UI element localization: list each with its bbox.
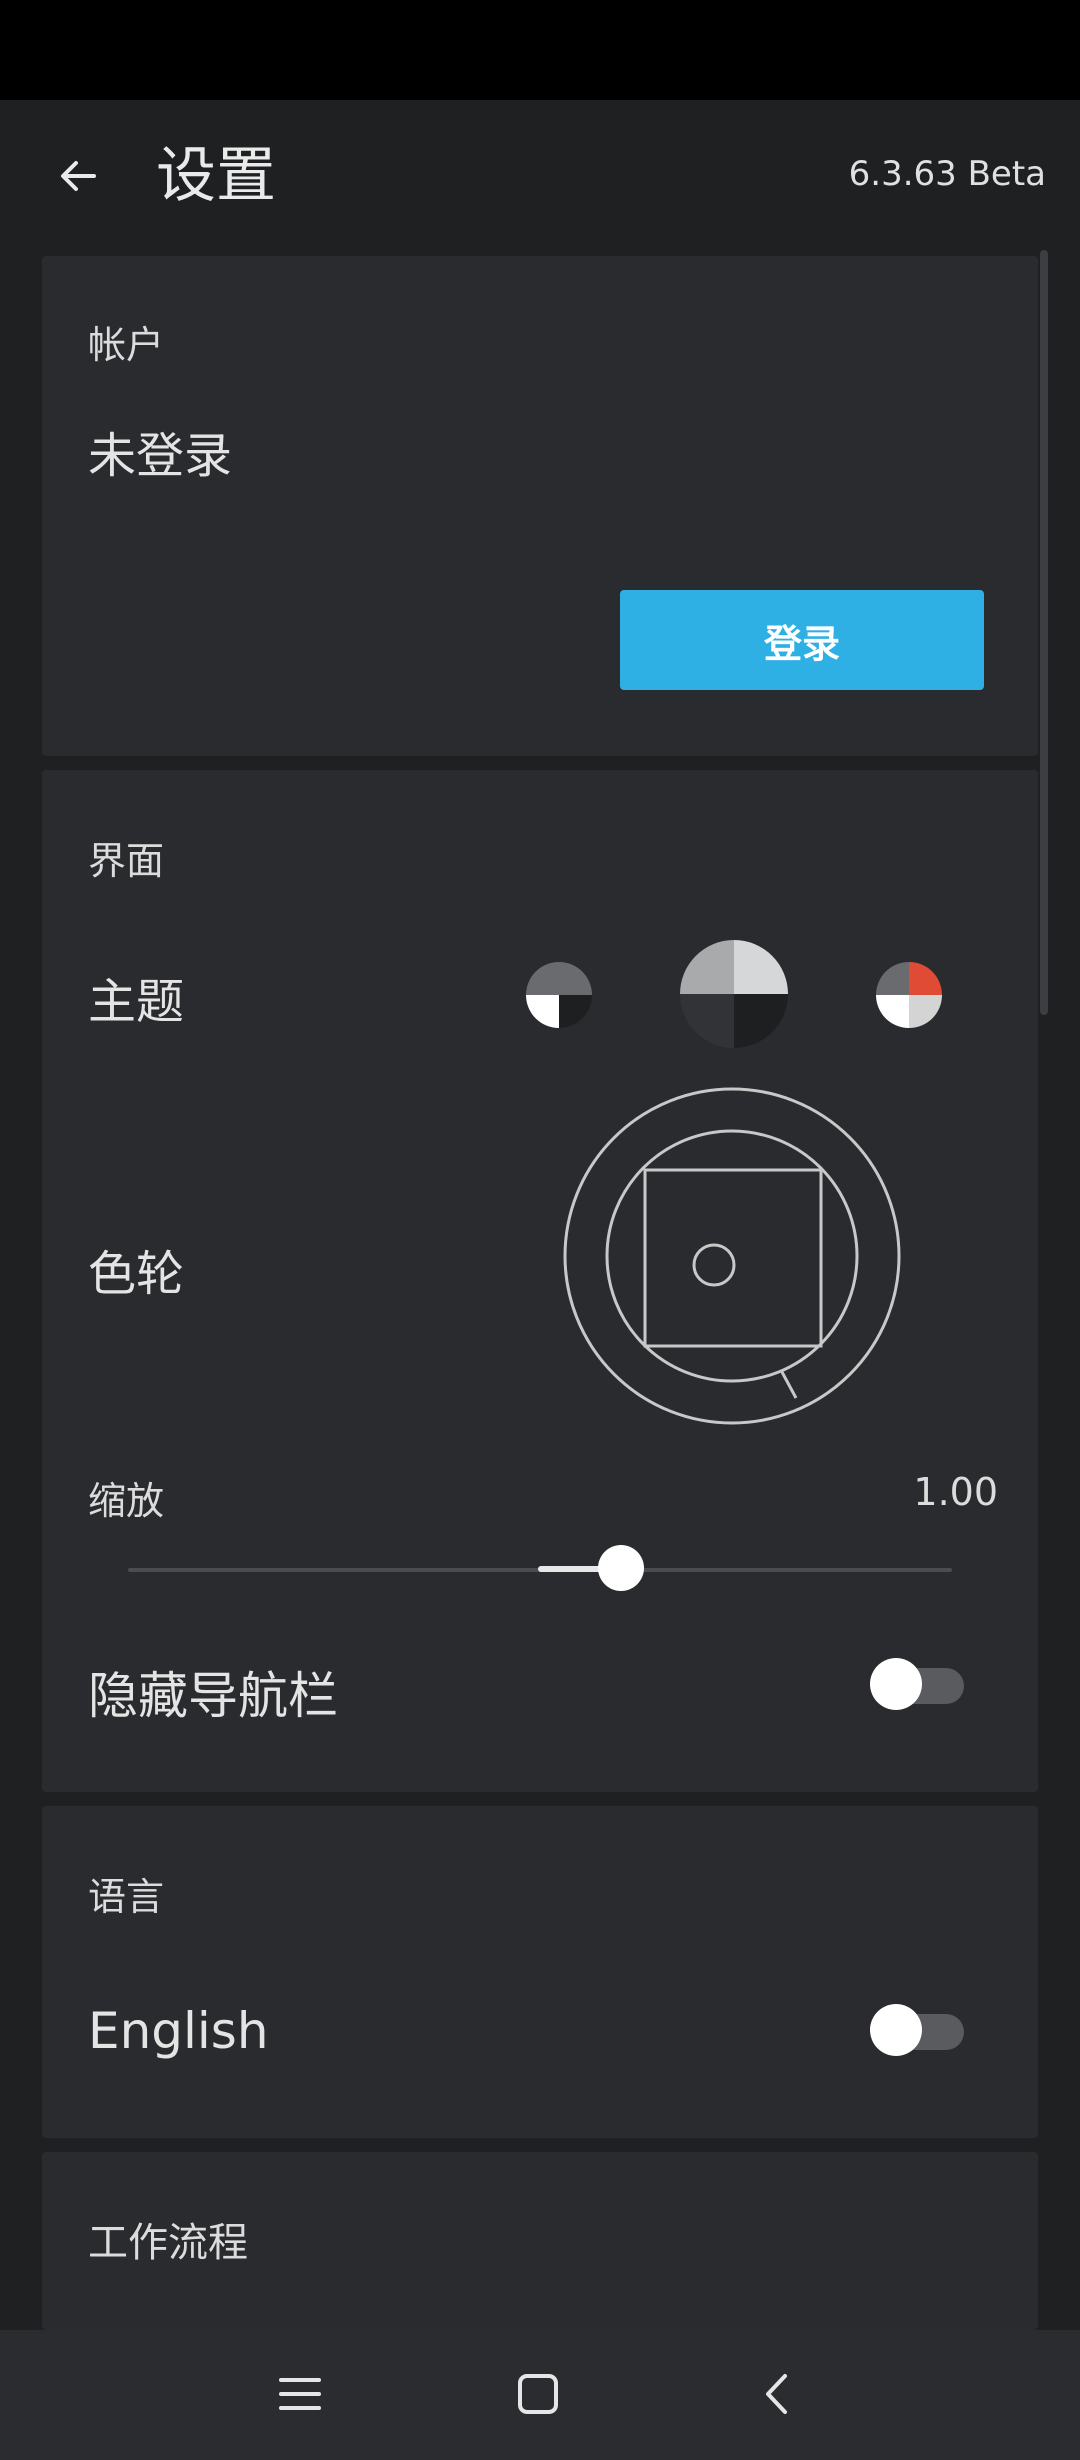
account-card: 帐户 未登录 登录 <box>42 256 1038 756</box>
zoom-value: 1.00 <box>913 1470 998 1514</box>
zoom-label: 缩放 <box>88 1479 165 1523</box>
account-section-label: 帐户 <box>88 323 165 367</box>
hide-nav-label: 隐藏导航栏 <box>88 1667 338 1725</box>
theme-option-selected[interactable] <box>680 940 788 1048</box>
color-wheel-icon[interactable] <box>560 1084 904 1428</box>
workflow-card: 工作流程 <box>42 2152 1038 2330</box>
login-button[interactable]: 登录 <box>620 590 984 690</box>
system-nav-bar <box>0 2330 1080 2460</box>
scrollbar[interactable] <box>1040 250 1048 1015</box>
home-icon <box>518 2374 558 2414</box>
language-section-label: 语言 <box>88 1875 165 1919</box>
zoom-slider-thumb[interactable] <box>598 1545 644 1591</box>
menu-icon <box>279 2378 321 2410</box>
arrow-left-icon <box>61 161 96 191</box>
theme-label: 主题 <box>88 974 185 1030</box>
page-title: 设置 <box>156 141 276 211</box>
interface-card: 界面 主题 色轮 缩放 1.00 隐藏导航栏 <box>42 770 1038 1792</box>
version-label: 6.3.63 Beta <box>848 154 1046 194</box>
color-wheel-label: 色轮 <box>88 1246 185 1302</box>
english-label: English <box>88 2002 269 2060</box>
back-icon <box>766 2374 787 2414</box>
status-bar <box>0 0 1080 100</box>
english-toggle[interactable] <box>870 2000 964 2060</box>
hide-nav-toggle[interactable] <box>870 1654 964 1714</box>
app-bar: 设置 6.3.63 Beta <box>0 100 1080 250</box>
language-card: 语言 English <box>42 1806 1038 2138</box>
theme-option-gray[interactable] <box>526 962 592 1028</box>
nav-back-button[interactable] <box>738 2354 818 2434</box>
nav-home-button[interactable] <box>498 2354 578 2434</box>
back-button[interactable] <box>40 138 116 214</box>
interface-section-label: 界面 <box>88 839 165 883</box>
workflow-section-label: 工作流程 <box>88 2220 248 2266</box>
nav-menu-button[interactable] <box>260 2354 340 2434</box>
login-status: 未登录 <box>88 428 233 484</box>
theme-option-red[interactable] <box>876 962 942 1028</box>
